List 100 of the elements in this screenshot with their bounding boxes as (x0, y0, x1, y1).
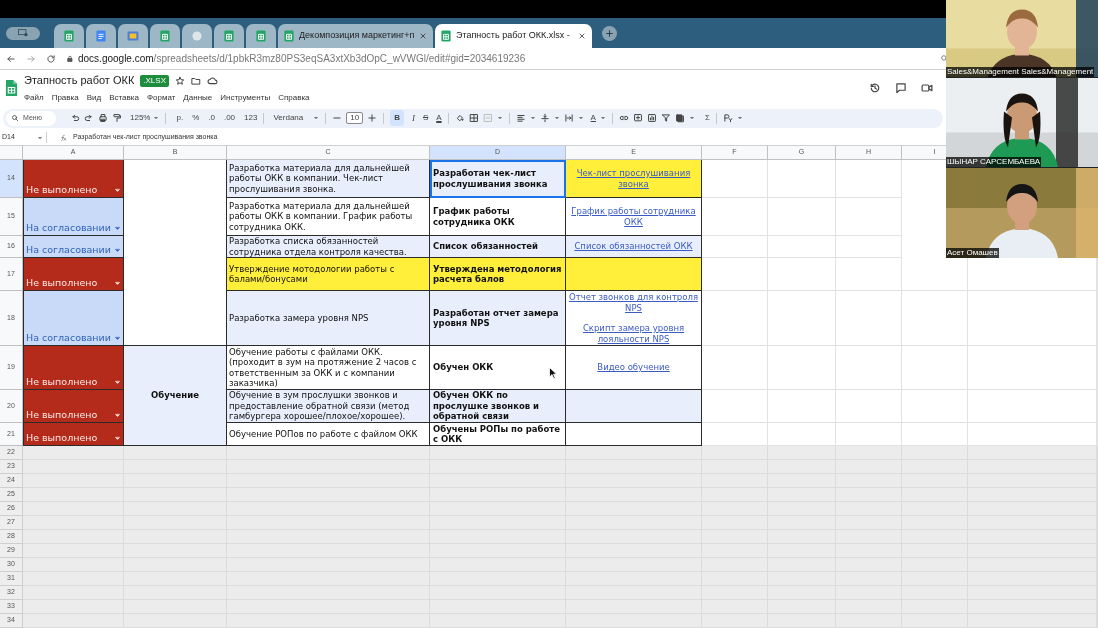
spreadsheet-cell[interactable] (836, 291, 902, 346)
spreadsheet-cell[interactable] (23, 558, 124, 572)
dropdown-caret-icon[interactable] (114, 247, 121, 254)
borders-icon[interactable] (468, 113, 479, 123)
select-all-corner[interactable] (0, 146, 23, 160)
forward-icon[interactable] (26, 53, 36, 64)
spreadsheet-cell[interactable] (23, 488, 124, 502)
spreadsheet-cell[interactable] (968, 346, 1097, 390)
close-icon[interactable] (419, 32, 427, 40)
merge-cells-icon[interactable] (482, 113, 493, 123)
spreadsheet-cell[interactable] (968, 390, 1097, 423)
spreadsheet-cell[interactable] (768, 258, 836, 291)
video-camera-icon[interactable] (921, 82, 933, 94)
table-cell[interactable]: Обучен ОКК (430, 346, 566, 390)
comment-icon[interactable] (895, 82, 907, 94)
status-dropdown[interactable]: На согласовании (23, 198, 124, 236)
spreadsheet-cell[interactable] (23, 572, 124, 586)
table-cell[interactable]: График работы сотрудника ОКК (566, 198, 702, 236)
functions-button[interactable]: Σ (704, 114, 710, 122)
status-dropdown[interactable]: На согласовании (23, 236, 124, 258)
merged-cell[interactable] (124, 160, 227, 346)
spreadsheet-cell[interactable] (23, 544, 124, 558)
spreadsheet-cell[interactable] (702, 390, 768, 423)
caret-icon[interactable] (688, 115, 695, 121)
status-dropdown[interactable]: Не выполнено (23, 390, 124, 423)
table-cell[interactable]: Обучены РОПы по работе с ОКК (430, 423, 566, 446)
dropdown-caret-icon[interactable] (114, 280, 121, 287)
browser-tab[interactable] (214, 24, 244, 48)
undo-icon[interactable] (70, 113, 80, 123)
spreadsheet-cell[interactable] (23, 614, 124, 628)
vertical-align-icon[interactable] (539, 113, 550, 123)
chart-icon[interactable] (646, 113, 657, 123)
caret-icon[interactable] (553, 115, 560, 121)
spreadsheet-cell[interactable] (902, 346, 968, 390)
spreadsheet-cell[interactable] (902, 446, 968, 460)
browser-tab[interactable] (150, 24, 180, 48)
increase-decimal-button[interactable]: .00 (223, 114, 236, 122)
spreadsheet-cell[interactable] (566, 446, 702, 460)
browser-tab[interactable] (118, 24, 148, 48)
spreadsheet-cell[interactable] (836, 446, 902, 460)
browser-tab[interactable] (54, 24, 84, 48)
spreadsheet-cell[interactable] (23, 446, 124, 460)
spreadsheet-cell[interactable] (836, 160, 902, 198)
text-color-button[interactable]: A (436, 114, 442, 122)
browser-tab[interactable]: Этапность работ ОКК.xlsx - (435, 24, 592, 48)
status-dropdown[interactable]: Не выполнено (23, 258, 124, 291)
table-cell[interactable]: Разработан отчет замера уровня NPS (430, 291, 566, 346)
spreadsheet-cell[interactable] (902, 291, 968, 346)
add-comment-icon[interactable] (632, 113, 643, 123)
document-link[interactable]: Отчет звонков для контроля NPS (568, 292, 699, 313)
menu-item[interactable]: Вид (86, 91, 102, 104)
percent-button[interactable]: % (192, 114, 200, 122)
caret-icon[interactable] (736, 115, 743, 121)
spreadsheet-cell[interactable] (702, 446, 768, 460)
spreadsheet-cell[interactable] (902, 390, 968, 423)
close-icon[interactable] (578, 32, 586, 40)
font-select[interactable]: Verdana (273, 114, 304, 122)
spreadsheet-cell[interactable] (702, 258, 768, 291)
table-cell[interactable]: Обучен ОКК по прослушке звонков и обратной связи (430, 390, 566, 423)
browser-tab[interactable] (86, 24, 116, 48)
italic-button[interactable]: I (411, 113, 415, 123)
decrease-decimal-button[interactable]: .0 (208, 114, 215, 122)
menu-item[interactable]: Правка (51, 91, 79, 104)
spreadsheet-cell[interactable] (702, 291, 768, 346)
history-icon[interactable] (869, 82, 881, 94)
spreadsheet-cell[interactable] (23, 474, 124, 488)
spreadsheet-cell[interactable] (836, 346, 902, 390)
table-cell[interactable]: Разработан чек-лист прослушивания звонка (430, 160, 566, 198)
spreadsheet-cell[interactable] (430, 446, 566, 460)
browser-tab[interactable]: Декомпозиция маркетинг+п (278, 24, 433, 48)
spreadsheet-cell[interactable] (702, 198, 768, 236)
plus-icon[interactable] (367, 113, 378, 123)
caret-icon[interactable] (496, 115, 503, 121)
spreadsheet-cell[interactable] (836, 198, 902, 236)
text-rotation-button[interactable]: A (590, 114, 596, 122)
star-icon[interactable] (175, 75, 185, 86)
spreadsheet-cell[interactable] (768, 198, 836, 236)
caret-icon[interactable] (313, 115, 320, 121)
spreadsheet-cell[interactable] (768, 390, 836, 423)
table-cell[interactable]: Чек-лист прослушивания звонка (566, 160, 702, 198)
caret-icon[interactable] (153, 115, 160, 121)
table-cell[interactable]: Список обязанностей ОКК (566, 236, 702, 258)
table-cell[interactable]: Видео обучение (566, 346, 702, 390)
spreadsheet-cell[interactable] (23, 516, 124, 530)
spreadsheet-cell[interactable] (836, 390, 902, 423)
spreadsheet-cell[interactable] (23, 460, 124, 474)
input-tools-icon[interactable] (722, 113, 733, 123)
spreadsheet-cell[interactable] (702, 236, 768, 258)
search-icon[interactable] (940, 54, 949, 63)
spreadsheet-cell[interactable] (23, 530, 124, 544)
spreadsheet-cell[interactable] (23, 600, 124, 614)
document-link[interactable]: Видео обучение (597, 362, 670, 373)
window-switcher-icon[interactable] (6, 26, 40, 40)
browser-tab[interactable] (246, 24, 276, 48)
menu-item[interactable]: Вставка (109, 91, 139, 104)
spreadsheet-cell[interactable] (768, 236, 836, 258)
paint-format-icon[interactable] (112, 113, 122, 123)
currency-button[interactable]: р. (176, 114, 184, 122)
browser-tab[interactable] (182, 24, 212, 48)
spreadsheet-cell[interactable] (23, 502, 124, 516)
